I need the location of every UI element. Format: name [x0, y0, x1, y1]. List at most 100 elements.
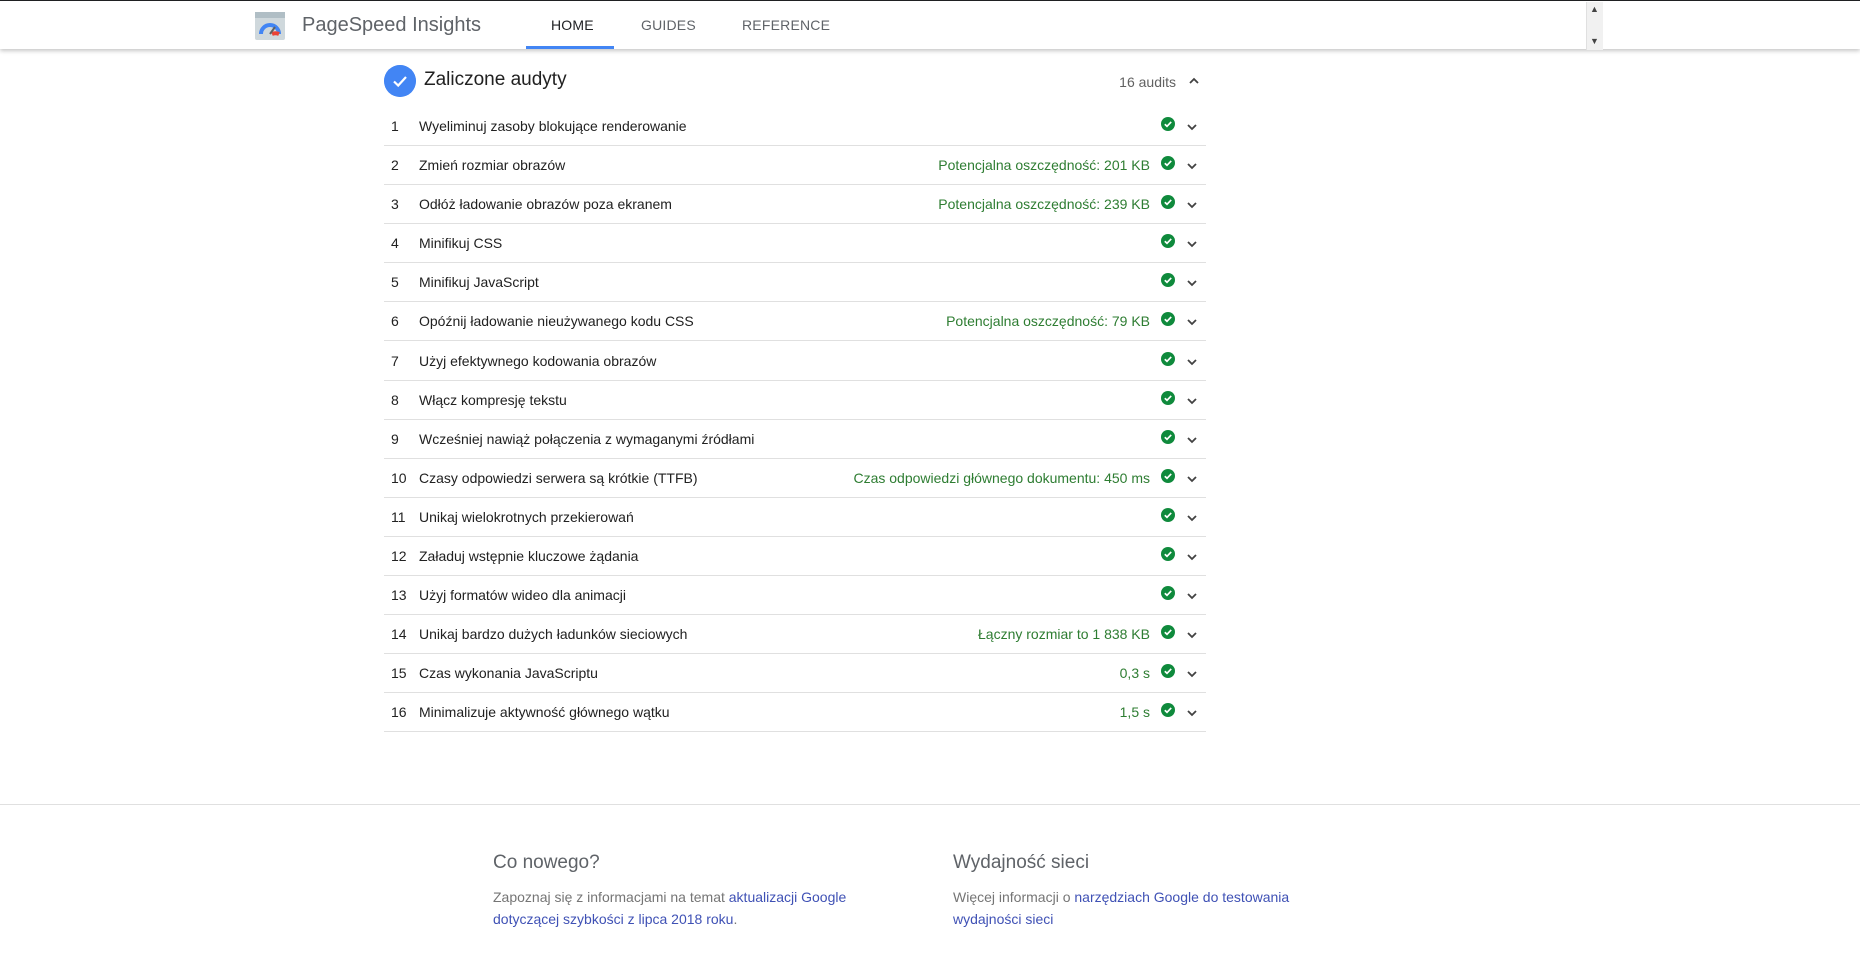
footer-divider [0, 804, 1860, 805]
chevron-down-icon[interactable] [1186, 707, 1198, 719]
chevron-down-icon[interactable] [1186, 512, 1198, 524]
check-circle-icon [1161, 312, 1175, 327]
audit-row[interactable]: 8 Włącz kompresję tekstu [384, 381, 1206, 420]
scroll-down-icon[interactable]: ▼ [1590, 36, 1599, 46]
scroll-up-icon[interactable]: ▲ [1590, 4, 1599, 14]
audit-title: Załaduj wstępnie kluczowe żądania [419, 548, 639, 565]
audit-row[interactable]: 4 Minifikuj CSS [384, 224, 1206, 264]
audit-row[interactable]: 10 Czasy odpowiedzi serwera są krótkie (T… [384, 459, 1206, 498]
chevron-down-icon[interactable] [1186, 121, 1198, 133]
audit-title: Wyeliminuj zasoby blokujące renderowanie [419, 118, 687, 134]
footer-whats-new-text: Zapoznaj się z informacjami na temat akt… [493, 886, 873, 930]
footer-web-performance-lead: Więcej informacji o [953, 889, 1075, 905]
footer-web-performance-title: Wydajność sieci [953, 852, 1090, 873]
audit-row[interactable]: 11 Unikaj wielokrotnych przekierowań [384, 498, 1206, 537]
check-circle-icon [1161, 586, 1175, 601]
audit-detail: 0,3 s [1119, 665, 1150, 682]
audit-row[interactable]: 6 Opóźnij ładowanie nieużywanego kodu CSS… [384, 302, 1206, 342]
chevron-down-icon[interactable] [1186, 668, 1198, 680]
audit-title: Użyj efektywnego kodowania obrazów [419, 352, 657, 369]
nav-tab-guides[interactable]: GUIDES [641, 1, 696, 49]
check-circle-icon [1161, 390, 1175, 405]
audit-number: 16 [391, 704, 407, 721]
chevron-down-icon[interactable] [1186, 434, 1198, 446]
check-circle-icon [1161, 117, 1175, 131]
check-circle-icon [1161, 625, 1175, 640]
audit-number: 15 [391, 665, 407, 682]
audit-title: Unikaj wielokrotnych przekierowań [419, 508, 634, 525]
audit-number: 8 [391, 391, 399, 408]
chevron-down-icon[interactable] [1186, 277, 1198, 289]
audit-title: Czas wykonania JavaScriptu [419, 665, 598, 682]
audit-number: 9 [391, 430, 399, 447]
audit-title: Włącz kompresję tekstu [419, 391, 567, 408]
chevron-down-icon[interactable] [1186, 590, 1198, 602]
chevron-down-icon[interactable] [1186, 316, 1198, 328]
footer-whats-new-tail: . [733, 911, 738, 927]
audit-detail: Potencjalna oszczędność: 79 KB [946, 313, 1150, 330]
audit-number: 2 [391, 157, 399, 174]
audit-number: 1 [391, 118, 399, 134]
audit-number: 6 [391, 313, 399, 330]
active-tab-indicator [526, 46, 614, 49]
check-icon [384, 65, 416, 97]
audit-row[interactable]: 3 Odłóż ładowanie obrazów poza ekranem Pot… [384, 185, 1206, 225]
audit-detail: 1,5 s [1119, 704, 1150, 721]
chevron-down-icon[interactable] [1186, 395, 1198, 407]
audit-number: 7 [391, 352, 399, 369]
footer-whats-new-title: Co nowego? [493, 852, 600, 873]
audit-title: Minimalizuje aktywność głównego wątku [419, 704, 670, 721]
audit-number: 14 [391, 626, 407, 643]
chevron-down-icon[interactable] [1186, 551, 1198, 563]
check-circle-icon [1161, 429, 1175, 444]
audit-title: Czasy odpowiedzi serwera są krótkie (TTF… [419, 469, 698, 486]
chevron-down-icon[interactable] [1186, 356, 1198, 368]
check-circle-icon [1161, 273, 1175, 288]
audit-row[interactable]: 2 Zmień rozmiar obrazów Potencjalna oszczę… [384, 146, 1206, 186]
audit-row[interactable]: 12 Załaduj wstępnie kluczowe żądania [384, 537, 1206, 577]
footer-web-performance-text: Więcej informacji o narzędziach Google d… [953, 886, 1333, 930]
audit-number: 3 [391, 196, 399, 213]
audit-row[interactable]: 7 Użyj efektywnego kodowania obrazów [384, 342, 1206, 381]
audit-number: 12 [391, 548, 407, 565]
chevron-down-icon[interactable] [1186, 199, 1198, 211]
footer-whats-new-lead: Zapoznaj się z informacjami na temat [493, 889, 729, 905]
check-circle-icon [1161, 664, 1175, 679]
nav-tab-reference[interactable]: REFERENCE [742, 1, 830, 49]
footer-whats-new: Co nowego? Zapoznaj się z informacjami n… [493, 852, 873, 930]
nav-tab-home[interactable]: HOME [551, 1, 594, 49]
audit-title: Zmień rozmiar obrazów [419, 157, 566, 174]
audit-list: 1 Wyeliminuj zasoby blokujące renderowani… [384, 107, 1206, 733]
audit-title: Użyj formatów wideo dla animacji [419, 587, 626, 604]
audit-title: Unikaj bardzo dużych ładunków sieciowych [419, 626, 688, 643]
chevron-down-icon[interactable] [1186, 473, 1198, 485]
check-circle-icon [1161, 547, 1175, 562]
check-circle-icon [1161, 195, 1175, 210]
audit-number: 13 [391, 587, 407, 604]
audit-detail: Czas odpowiedzi głównego dokumentu: 450 … [853, 469, 1150, 486]
audit-row[interactable]: 9 Wcześniej nawiąż połączenia z wymaganym… [384, 420, 1206, 459]
audit-title: Minifikuj JavaScript [419, 274, 539, 291]
top-navigation-bar: PageSpeed Insights HOME GUIDES REFERENCE… [0, 1, 1860, 50]
check-circle-icon [1161, 156, 1175, 171]
brand-title[interactable]: PageSpeed Insights [302, 14, 481, 37]
passed-audits-header[interactable]: Zaliczone audyty 16 audits [384, 63, 1206, 99]
audit-row[interactable]: 13 Użyj formatów wideo dla animacji [384, 576, 1206, 616]
header-scrollbar[interactable]: ▲ ▼ [1586, 2, 1603, 50]
audit-row[interactable]: 1 Wyeliminuj zasoby blokujące renderowani… [384, 107, 1206, 146]
chevron-up-icon[interactable] [1188, 75, 1200, 87]
audit-number: 10 [391, 469, 407, 486]
chevron-down-icon[interactable] [1186, 629, 1198, 641]
chevron-down-icon[interactable] [1186, 238, 1198, 250]
audit-row[interactable]: 15 Czas wykonania JavaScriptu 0,3 s [384, 654, 1206, 694]
audit-row[interactable]: 5 Minifikuj JavaScript [384, 263, 1206, 303]
section-title: Zaliczone audyty [424, 69, 567, 90]
audit-detail: Potencjalna oszczędność: 239 KB [938, 196, 1150, 213]
chevron-down-icon[interactable] [1186, 160, 1198, 172]
audit-row[interactable]: 16 Minimalizuje aktywność głównego wątku 1… [384, 693, 1206, 733]
check-circle-icon [1161, 351, 1175, 366]
check-circle-icon [1161, 507, 1175, 522]
audit-row[interactable]: 14 Unikaj bardzo dużych ładunków sieciowy… [384, 615, 1206, 655]
audit-number: 4 [391, 235, 399, 252]
pagespeed-logo-icon[interactable] [255, 12, 285, 40]
